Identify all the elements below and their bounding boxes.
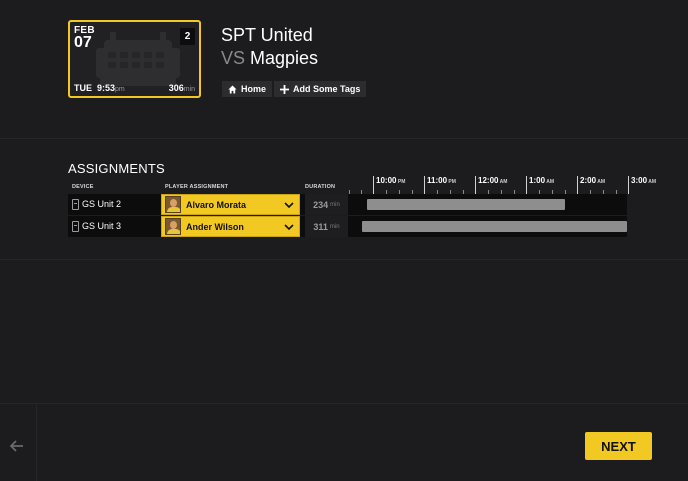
duration-cell: 311 min [305,216,348,237]
event-card[interactable]: FEB 07 2 TUE 9:53pm 306min [68,20,201,98]
section-divider [0,259,688,260]
event-ampm: pm [115,86,125,93]
duration-unit: min [329,223,340,230]
chevron-down-icon [284,201,294,208]
timeline-axis: 10:00 PM 11:00 PM 12:00 AM 1:00 AM 2:00 AM 3:… [347,170,656,194]
event-count-badge: 2 [180,28,195,45]
player-column-header: PLAYER ASSIGNMENT [165,184,229,190]
timeline-ampm: PM [396,179,406,185]
event-day: 07 [74,34,92,51]
timeline-major-tick [577,176,578,194]
timeline-major-tick [628,176,629,194]
section-divider [0,138,688,139]
event-duration-value: 306 [168,83,184,93]
arrow-left-icon[interactable] [10,440,24,452]
session-bar [367,199,565,210]
timeline-time: 10:00 [376,176,397,185]
plus-icon [280,84,290,94]
home-team-name: SPT United [221,25,313,45]
duration-cell: 234 min [305,194,348,215]
event-duration: 306min [169,83,195,93]
timeline-time: 3:00 [631,176,648,185]
timeline-ampm: AM [545,179,554,185]
timeline-label: 11:00 PM [427,176,456,185]
event-datetime: TUE 9:53pm [74,83,125,93]
timeline-ampm: PM [447,179,456,185]
player-assignment-select[interactable]: Ander Wilson [161,216,300,237]
player-assignment-select[interactable]: Alvaro Morata [161,194,300,215]
device-icon [72,199,79,210]
player-name: Ander Wilson [186,221,244,232]
timeline-major-tick [424,176,425,194]
device-name: GS Unit 3 [82,221,122,231]
timeline-ampm: AM [596,179,605,185]
timeline-label: 10:00 PM [376,176,405,185]
next-button[interactable]: NEXT [585,432,652,460]
add-tags-button[interactable]: Add Some Tags [274,81,367,97]
footer-separator [36,404,37,481]
duration-value: 311 [313,221,328,232]
stadium-icon [96,32,180,86]
timeline-time: 2:00 [580,176,597,185]
event-duration-unit: min [183,86,195,93]
tag-bar: Home Add Some Tags [222,81,367,97]
assignment-row: GS Unit 2 Alvaro Morata 234 min [68,194,627,215]
timeline-label: 2:00 AM [580,176,605,185]
device-column-header: DEVICE [72,184,94,190]
event-weekday: TUE [74,83,92,93]
vs-label: VS [221,48,246,68]
timeline-time: 12:00 [478,176,499,185]
event-time: 9:53 [97,83,116,93]
timeline-major-tick [373,176,374,194]
player-avatar [165,196,181,213]
timeline-major-tick [526,176,527,194]
chevron-down-icon [284,223,294,230]
device-name: GS Unit 2 [82,199,122,209]
player-avatar [165,218,181,235]
duration-unit: min [330,201,340,208]
assignment-row: GS Unit 3 Ander Wilson 311 min [68,216,627,237]
timeline-label: 1:00 AM [529,176,554,185]
away-team: VS Magpies [221,48,318,69]
away-team-name: Magpies [250,48,319,68]
session-bar [362,221,627,232]
footer-divider [0,403,688,404]
timeline-time: 11:00 [427,176,448,185]
home-tag[interactable]: Home [222,81,273,97]
add-tags-label: Add Some Tags [293,84,361,94]
duration-column-header: DURATION [305,184,336,190]
timeline-time: 1:00 [529,176,546,185]
duration-value: 234 [313,199,329,210]
timeline-major-tick [475,176,476,194]
home-tag-label: Home [241,84,267,94]
assignments-title: ASSIGNMENTS [68,161,165,176]
player-name: Alvaro Morata [186,199,247,210]
home-icon [228,84,237,94]
timeline-ampm: AM [498,179,508,185]
timeline-label: 12:00 AM [478,176,507,185]
timeline-label: 3:00 AM [631,176,656,185]
timeline-ampm: AM [647,179,656,185]
device-icon [72,221,79,232]
